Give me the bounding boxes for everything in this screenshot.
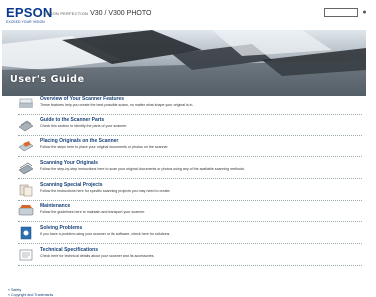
placing-originals-thumbnail-icon[interactable] [18,138,34,154]
section-title[interactable]: Maintenance [40,203,70,209]
section-technical-specifications[interactable]: Technical Specifications Check here for t… [2,247,366,269]
banner-graphic [2,30,366,96]
search-input[interactable] [324,8,358,17]
product-models: V30 / V300 PHOTO [90,10,152,17]
section-description: If you have a problem using your scanner… [40,232,171,236]
brand-name: EPSON [6,5,53,20]
divider [18,114,362,115]
divider [18,200,362,201]
scanning-originals-thumbnail-icon[interactable] [18,160,34,176]
section-description: Follow the guidelines here to maintain a… [40,210,146,214]
scanner-parts-thumbnail-icon[interactable] [18,117,34,133]
section-description: Check this section to identify the parts… [40,124,128,128]
section-overview[interactable]: Overview of Your Scanner Features These f… [2,96,366,118]
section-description: These features help you create the best … [40,103,194,107]
product-name: EPSON PERFECTION V30 / V300 PHOTO [44,10,151,17]
section-title[interactable]: Technical Specifications [40,247,98,253]
section-placing-originals[interactable]: Placing Originals on the Scanner Follow t… [2,138,366,160]
divider [18,135,362,136]
footer-link-copyright[interactable]: » Copyright and Trademarks [8,293,53,297]
product-prefix: EPSON PERFECTION [44,11,89,16]
maintenance-thumbnail-icon[interactable] [18,203,34,219]
technical-specifications-thumbnail-icon[interactable] [18,247,34,263]
section-title[interactable]: Guide to the Scanner Parts [40,117,104,123]
special-projects-thumbnail-icon[interactable] [18,182,34,198]
overview-thumbnail-icon[interactable] [18,96,34,112]
section-special-projects[interactable]: Scanning Special Projects Follow the inst… [2,182,366,204]
section-scanning-originals[interactable]: Scanning Your Originals Follow the step-b… [2,160,366,182]
brand-tagline: EXCEED YOUR VISION [6,20,45,24]
section-title[interactable]: Placing Originals on the Scanner [40,138,118,144]
section-scanner-parts[interactable]: Guide to the Scanner Parts Check this sec… [2,117,366,139]
divider [18,221,362,222]
section-maintenance[interactable]: Maintenance Follow the guidelines here to… [2,203,366,225]
solving-problems-thumbnail-icon[interactable] [18,225,34,241]
divider [18,243,362,244]
divider [18,265,362,266]
search-icon[interactable]: ● [361,8,366,17]
section-description: Follow the step-by-step instructions her… [40,167,245,171]
section-description: Check here for technical details about y… [40,254,155,258]
section-title[interactable]: Scanning Your Originals [40,160,98,166]
footer-links: » Safety » Copyright and Trademarks [8,288,53,297]
divider [18,156,362,157]
page-title: User's Guide [10,74,85,85]
page: EPSON EXCEED YOUR VISION EPSON PERFECTIO… [2,2,366,297]
header: EPSON EXCEED YOUR VISION EPSON PERFECTIO… [2,2,366,30]
section-title[interactable]: Scanning Special Projects [40,182,103,188]
hero-banner: User's Guide [2,30,366,96]
section-solving-problems[interactable]: Solving Problems If you have a problem us… [2,225,366,247]
section-title[interactable]: Solving Problems [40,225,82,231]
section-description: Follow the steps here to place your orig… [40,145,169,149]
section-title[interactable]: Overview of Your Scanner Features [40,96,124,102]
section-description: Follow the instructions here for specifi… [40,189,171,193]
epson-logo[interactable]: EPSON EXCEED YOUR VISION [6,5,53,26]
divider [18,178,362,179]
